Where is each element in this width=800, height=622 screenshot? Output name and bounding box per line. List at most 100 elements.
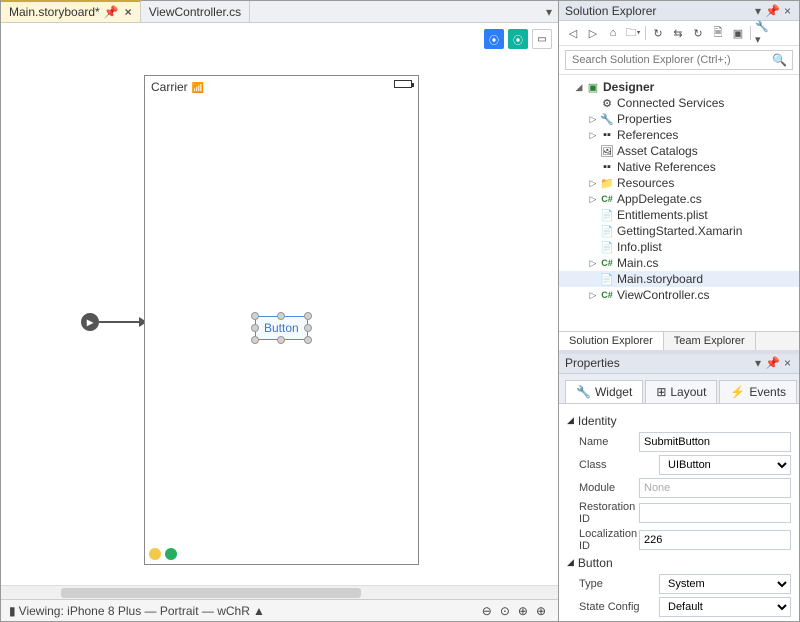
tree-item[interactable]: ▷C#ViewController.cs bbox=[559, 287, 799, 303]
tree-item[interactable]: 📄Main.storyboard bbox=[559, 271, 799, 287]
toolbar-button-1[interactable]: ⦿ bbox=[484, 29, 504, 49]
designer-canvas-area[interactable]: ⦿ ⦿ ▭ ▸ Carrier Button bbox=[1, 23, 558, 585]
properties-title-bar[interactable]: Properties ▾ 📌 × bbox=[559, 354, 799, 374]
panel-title-text: Solution Explorer bbox=[565, 4, 753, 18]
device-canvas[interactable]: Carrier Button bbox=[144, 75, 419, 565]
panel-pin-icon[interactable]: 📌 bbox=[763, 356, 782, 370]
panel-close-icon[interactable]: × bbox=[782, 356, 793, 370]
designer-status-bar: ▮ Viewing: iPhone 8 Plus — Portrait — wC… bbox=[1, 599, 558, 621]
ok-dot-icon[interactable] bbox=[165, 548, 177, 560]
tree-item[interactable]: 📄Entitlements.plist bbox=[559, 207, 799, 223]
panel-menu-icon[interactable]: ▾ bbox=[753, 356, 763, 370]
property-input[interactable] bbox=[639, 432, 791, 452]
tree-item[interactable]: ▷🔧Properties bbox=[559, 111, 799, 127]
property-input[interactable] bbox=[639, 478, 791, 498]
property-input[interactable]: System bbox=[659, 574, 791, 594]
property-row: Localization ID bbox=[579, 528, 791, 552]
property-group-header[interactable]: ◢Identity bbox=[567, 414, 791, 428]
button-label: Button bbox=[264, 321, 299, 335]
resize-handle[interactable] bbox=[277, 312, 285, 320]
property-input[interactable]: Default bbox=[659, 597, 791, 617]
tree-item[interactable]: 📄Info.plist bbox=[559, 239, 799, 255]
zoom-fit-icon[interactable]: ⊙ bbox=[496, 604, 514, 618]
sync-icon[interactable]: 🗀▾ bbox=[625, 25, 641, 41]
property-row: TypeSystem bbox=[579, 574, 791, 594]
properties-tab-layout[interactable]: ⊞Layout bbox=[645, 380, 717, 403]
search-icon[interactable]: 🔍 bbox=[772, 53, 787, 67]
property-input[interactable] bbox=[639, 530, 791, 550]
properties-icon[interactable]: 🗎 bbox=[710, 25, 726, 41]
property-group-header[interactable]: ◢Button bbox=[567, 556, 791, 570]
collapse-icon[interactable]: ⇆ bbox=[670, 25, 686, 41]
resize-handle[interactable] bbox=[304, 312, 312, 320]
panel-menu-icon[interactable]: ▾ bbox=[753, 4, 763, 18]
tab-overflow-icon[interactable]: ▾ bbox=[540, 5, 558, 19]
resize-handle[interactable] bbox=[251, 336, 259, 344]
pin-icon[interactable]: 📌 bbox=[104, 5, 119, 19]
toolbar-button-outline[interactable]: ▭ bbox=[532, 29, 552, 49]
resize-handle[interactable] bbox=[277, 336, 285, 344]
wrench-icon[interactable]: 🔧▾ bbox=[755, 25, 771, 41]
tree-item[interactable]: ⚙Connected Services bbox=[559, 95, 799, 111]
panel-pin-icon[interactable]: 📌 bbox=[763, 4, 782, 18]
orientation-toggle-icon[interactable]: ▲ bbox=[253, 604, 265, 618]
entry-point-arrow[interactable]: ▸ bbox=[81, 313, 147, 331]
home-icon[interactable]: ⌂ bbox=[605, 25, 621, 41]
resize-handle[interactable] bbox=[304, 336, 312, 344]
solution-panel-tabs: Solution Explorer Team Explorer bbox=[559, 331, 799, 350]
solution-explorer-search: 🔍 bbox=[559, 46, 799, 75]
editor-pane: Main.storyboard* 📌 × ViewController.cs ▾… bbox=[1, 1, 559, 621]
tab-team-explorer[interactable]: Team Explorer bbox=[664, 332, 756, 350]
property-label: Name bbox=[579, 436, 639, 448]
back-icon[interactable]: ◁ bbox=[565, 25, 581, 41]
warning-dot-icon[interactable] bbox=[149, 548, 161, 560]
forward-icon[interactable]: ▷ bbox=[585, 25, 601, 41]
tree-root[interactable]: ◢▣Designer bbox=[559, 79, 799, 95]
tab-strip: Main.storyboard* 📌 × ViewController.cs ▾ bbox=[1, 1, 558, 23]
horizontal-scrollbar[interactable] bbox=[1, 585, 558, 599]
property-row: ClassUIButton bbox=[579, 455, 791, 475]
solution-tree[interactable]: ◢▣Designer⚙Connected Services▷🔧Propertie… bbox=[559, 75, 799, 331]
panel-close-icon[interactable]: × bbox=[782, 4, 793, 18]
property-label: Type bbox=[579, 578, 659, 590]
zoom-actual-icon[interactable]: ⊕ bbox=[514, 604, 532, 618]
toolbar-button-2[interactable]: ⦿ bbox=[508, 29, 528, 49]
tree-item[interactable]: 📄GettingStarted.Xamarin bbox=[559, 223, 799, 239]
tab-solution-explorer[interactable]: Solution Explorer bbox=[559, 332, 664, 350]
tab-viewcontroller[interactable]: ViewController.cs bbox=[141, 1, 250, 23]
device-indicator-icon[interactable]: ▮ bbox=[9, 604, 16, 618]
tree-item[interactable]: ▷📁Resources bbox=[559, 175, 799, 191]
search-input[interactable] bbox=[565, 50, 793, 70]
viewing-label: Viewing: iPhone 8 Plus — Portrait — wChR bbox=[19, 604, 250, 618]
zoom-in-icon[interactable]: ⊕ bbox=[532, 604, 550, 618]
tree-item[interactable]: ▷C#Main.cs bbox=[559, 255, 799, 271]
show-all-icon[interactable]: ↻ bbox=[690, 25, 706, 41]
resize-handle[interactable] bbox=[304, 324, 312, 332]
property-row: State ConfigDefault bbox=[579, 597, 791, 617]
close-icon[interactable]: × bbox=[125, 5, 132, 19]
tree-item[interactable]: ▷▪▪References bbox=[559, 127, 799, 143]
properties-tab-events[interactable]: ⚡Events bbox=[719, 380, 797, 403]
resize-handle[interactable] bbox=[251, 324, 259, 332]
property-label: State Config bbox=[579, 601, 659, 613]
preview-icon[interactable]: ▣ bbox=[730, 25, 746, 41]
tree-item[interactable]: ▪▪Native References bbox=[559, 159, 799, 175]
property-input[interactable] bbox=[639, 503, 791, 523]
refresh-icon[interactable]: ↻ bbox=[650, 25, 666, 41]
uibutton-widget[interactable]: Button bbox=[255, 316, 308, 340]
property-row: Restoration ID bbox=[579, 501, 791, 525]
property-row: Name bbox=[579, 432, 791, 452]
resize-handle[interactable] bbox=[251, 312, 259, 320]
solution-explorer-toolbar: ◁ ▷ ⌂ 🗀▾ ↻ ⇆ ↻ 🗎 ▣ 🔧▾ bbox=[559, 21, 799, 46]
battery-icon bbox=[394, 80, 412, 88]
property-label: Restoration ID bbox=[579, 501, 639, 525]
tree-item[interactable]: ▷C#AppDelegate.cs bbox=[559, 191, 799, 207]
properties-body[interactable]: ◢IdentityNameClassUIButtonModuleRestorat… bbox=[559, 404, 799, 622]
solution-explorer-title-bar[interactable]: Solution Explorer ▾ 📌 × bbox=[559, 1, 799, 21]
property-input[interactable]: UIButton bbox=[659, 455, 791, 475]
scrollbar-thumb[interactable] bbox=[61, 588, 361, 598]
tab-main-storyboard[interactable]: Main.storyboard* 📌 × bbox=[1, 0, 141, 22]
zoom-out-icon[interactable]: ⊖ bbox=[478, 604, 496, 618]
tree-item[interactable]: 🖼Asset Catalogs bbox=[559, 143, 799, 159]
properties-tab-widget[interactable]: 🔧Widget bbox=[565, 380, 643, 403]
